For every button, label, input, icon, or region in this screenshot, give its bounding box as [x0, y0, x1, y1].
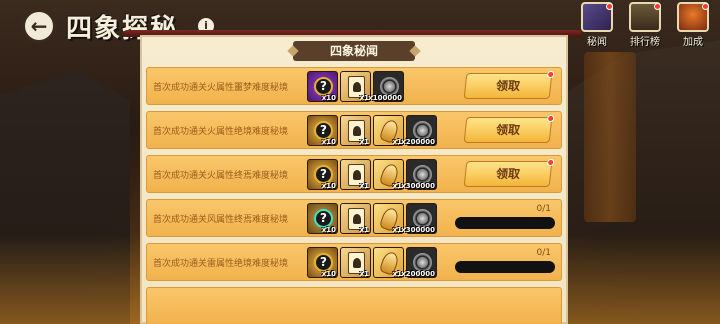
panel-title: 四象秘闻 — [293, 41, 415, 61]
reward-item[interactable]: ? x10 — [307, 202, 338, 234]
quest-row: 首次成功通关火属性噩梦难度秘境 ? x10 x1 x100000 领取 — [146, 67, 562, 105]
reward-list: ? x10 x1 x1 x200000 — [307, 114, 437, 146]
reward-item[interactable]: x300000 — [401, 202, 437, 234]
reward-item[interactable]: x1 — [373, 202, 404, 234]
progress-bar — [455, 261, 555, 273]
back-button[interactable]: ← — [22, 9, 56, 43]
claim-button[interactable]: 领取 — [463, 71, 555, 99]
trophy-icon — [629, 2, 661, 32]
quest-description: 首次成功通关火属性噩梦难度秘境 — [153, 82, 289, 93]
reward-item[interactable]: ? x10 — [307, 114, 338, 146]
notification-badge — [702, 3, 709, 10]
reward-qty: x100000 — [368, 93, 402, 102]
reward-qty: x200000 — [401, 269, 435, 278]
quest-row: 首次成功通关雷属性绝境难度秘境 ? x10 x1 x1 x200000 0/1 — [146, 243, 562, 281]
notification-badge — [546, 71, 555, 78]
reward-qty: x1 — [359, 269, 369, 278]
reward-qty: x10 — [321, 137, 336, 146]
reward-item[interactable]: x300000 — [401, 158, 437, 190]
quest-row-partial — [146, 287, 562, 324]
reward-qty: x1 — [359, 225, 369, 234]
progress-text: 0/1 — [536, 248, 551, 258]
reward-item[interactable]: x1 — [373, 114, 404, 146]
notification-badge — [546, 159, 555, 166]
arrow-left-icon: ← — [30, 14, 48, 38]
progress-bar — [455, 217, 555, 229]
reward-item[interactable]: ? x10 — [307, 70, 338, 102]
book-icon — [581, 2, 613, 32]
top-icon-boost[interactable]: 加成 — [674, 2, 712, 48]
reward-list: ? x10 x1 x1 x300000 — [307, 158, 437, 190]
reward-list: ? x10 x1 x1 x300000 — [307, 202, 437, 234]
claim-button[interactable]: 领取 — [463, 115, 555, 143]
reward-item[interactable]: x1 — [373, 246, 404, 278]
notification-badge — [546, 115, 555, 122]
top-icon-secrets[interactable]: 秘闻 — [578, 2, 616, 48]
quest-row: 首次成功通关火属性绝境难度秘境 ? x10 x1 x1 x200000 领取 — [146, 111, 562, 149]
quest-row: 首次成功通关风属性终焉难度秘境 ? x10 x1 x1 x300000 0/1 — [146, 199, 562, 237]
quest-description: 首次成功通关火属性绝境难度秘境 — [153, 126, 289, 137]
reward-qty: x10 — [321, 181, 336, 190]
reward-item[interactable]: x200000 — [401, 246, 437, 278]
reward-qty: x1 — [359, 137, 369, 146]
quest-panel: 四象秘闻 首次成功通关火属性噩梦难度秘境 ? x10 x1 x100000 领取… — [140, 35, 568, 324]
top-icon-label: 排行榜 — [630, 37, 660, 48]
reward-item[interactable]: x1 — [340, 114, 371, 146]
reward-qty: x1 — [359, 181, 369, 190]
reward-qty: x300000 — [401, 225, 435, 234]
claim-button[interactable]: 领取 — [463, 159, 555, 187]
reward-item[interactable]: x1 — [340, 246, 371, 278]
reward-list: ? x10 x1 x100000 — [307, 70, 404, 102]
reward-item[interactable]: ? x10 — [307, 246, 338, 278]
claim-label: 领取 — [495, 123, 521, 137]
reward-item[interactable]: ? x10 — [307, 158, 338, 190]
reward-item[interactable]: x100000 — [368, 70, 404, 102]
progress-indicator: 0/1 — [455, 204, 555, 234]
reward-qty: x200000 — [401, 137, 435, 146]
quest-row: 首次成功通关火属性终焉难度秘境 ? x10 x1 x1 x300000 领取 — [146, 155, 562, 193]
boost-icon — [677, 2, 709, 32]
reward-item[interactable]: x1 — [340, 158, 371, 190]
top-icon-label: 加成 — [683, 37, 703, 48]
reward-item[interactable]: x1 — [340, 202, 371, 234]
reward-qty: x300000 — [401, 181, 435, 190]
background-banner — [584, 52, 636, 222]
claim-label: 领取 — [495, 167, 521, 181]
claim-label: 领取 — [495, 79, 521, 93]
top-icon-ranking[interactable]: 排行榜 — [626, 2, 664, 48]
reward-item[interactable]: x1 — [340, 70, 371, 102]
reward-item[interactable]: x200000 — [401, 114, 437, 146]
notification-badge — [654, 3, 661, 10]
reward-qty: x10 — [321, 93, 336, 102]
quest-description: 首次成功通关火属性终焉难度秘境 — [153, 170, 289, 181]
quest-description: 首次成功通关风属性终焉难度秘境 — [153, 214, 289, 225]
progress-indicator: 0/1 — [455, 248, 555, 278]
top-icon-label: 秘闻 — [587, 37, 607, 48]
reward-list: ? x10 x1 x1 x200000 — [307, 246, 437, 278]
top-right-menu: 秘闻 排行榜 加成 — [578, 2, 712, 48]
progress-text: 0/1 — [536, 204, 551, 214]
reward-item[interactable]: x1 — [373, 158, 404, 190]
reward-qty: x10 — [321, 225, 336, 234]
notification-badge — [606, 3, 613, 10]
quest-description: 首次成功通关雷属性绝境难度秘境 — [153, 258, 289, 269]
reward-qty: x10 — [321, 269, 336, 278]
